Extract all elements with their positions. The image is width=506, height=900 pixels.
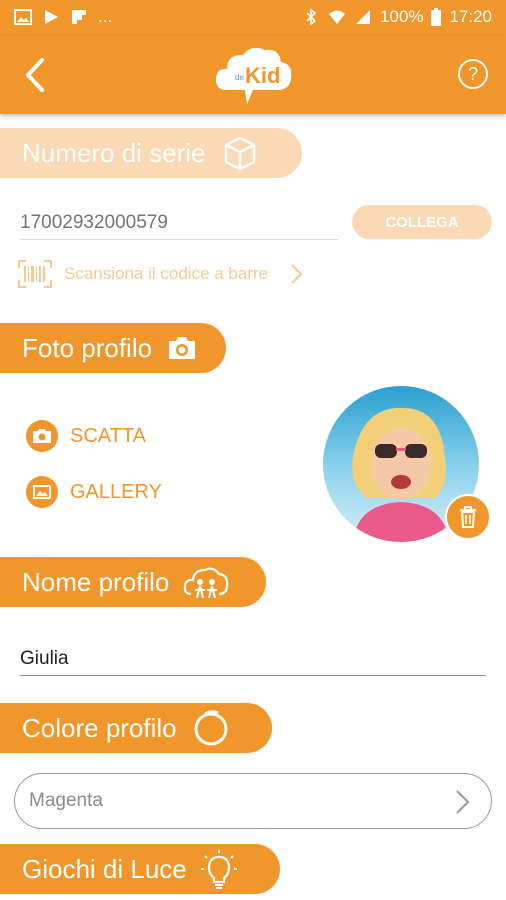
lightbulb-icon (200, 850, 237, 889)
connect-label: COLLEGA (385, 213, 459, 231)
photo-section-title: Foto profilo (22, 332, 153, 363)
lights-section-header: Giochi di Luce (0, 844, 280, 894)
flipboard-icon (72, 10, 86, 24)
gallery-label: GALLERY (70, 480, 162, 503)
camera-icon (26, 420, 58, 452)
name-section-header: Nome profilo (0, 557, 266, 607)
help-button[interactable]: ? (458, 59, 488, 89)
notification-more: ... (98, 7, 113, 26)
logo-text: Kid (245, 63, 280, 88)
image-icon (14, 9, 32, 25)
play-store-icon (45, 10, 58, 24)
help-icon: ? (467, 64, 478, 84)
serial-section-header: Numero di serie (0, 128, 302, 178)
scan-barcode-label: Scansiona il codice a barre (64, 264, 269, 283)
battery-percent: 100% (379, 7, 424, 26)
back-arrow-icon (26, 58, 44, 92)
take-photo-label: SCATTA (70, 424, 146, 447)
serial-number-input[interactable] (20, 206, 338, 240)
wifi-icon (328, 10, 345, 24)
camera-icon (169, 337, 196, 359)
color-section-header: Colore profilo (0, 703, 272, 753)
profile-color-select[interactable]: Magenta (14, 773, 492, 829)
profile-name-input[interactable] (20, 642, 486, 676)
battery-icon (431, 8, 442, 26)
bluetooth-icon (306, 8, 317, 26)
clock: 17:20 (449, 7, 492, 26)
name-section-title: Nome profilo (22, 566, 170, 597)
signal-icon (355, 10, 370, 24)
scan-barcode-link[interactable]: Scansiona il codice a barre (18, 256, 348, 292)
gallery-icon (26, 476, 58, 508)
delete-photo-button[interactable] (445, 494, 491, 540)
selected-color-label: Magenta (29, 790, 103, 811)
trash-icon (460, 506, 476, 528)
status-bar: ... 100% 17:20 (0, 0, 506, 36)
app-bar: de Kid ? (0, 36, 506, 114)
serial-section-title: Numero di serie (22, 137, 206, 168)
connect-button[interactable]: COLLEGA (352, 205, 492, 239)
ring-icon (194, 710, 228, 746)
box-icon (224, 136, 255, 171)
take-photo-button[interactable]: SCATTA (26, 420, 146, 452)
lights-section-title: Giochi di Luce (22, 853, 187, 884)
color-section-title: Colore profilo (22, 712, 177, 743)
logo-small-text: de (235, 73, 244, 82)
chevron-right-icon (456, 790, 470, 814)
photo-section-header: Foto profilo (0, 323, 226, 373)
back-button[interactable] (18, 54, 54, 96)
barcode-icon (18, 260, 52, 288)
chevron-right-icon (291, 264, 303, 284)
kids-cloud-icon (184, 567, 229, 599)
dekid-logo: de Kid (213, 42, 295, 108)
gallery-button[interactable]: GALLERY (26, 476, 162, 508)
